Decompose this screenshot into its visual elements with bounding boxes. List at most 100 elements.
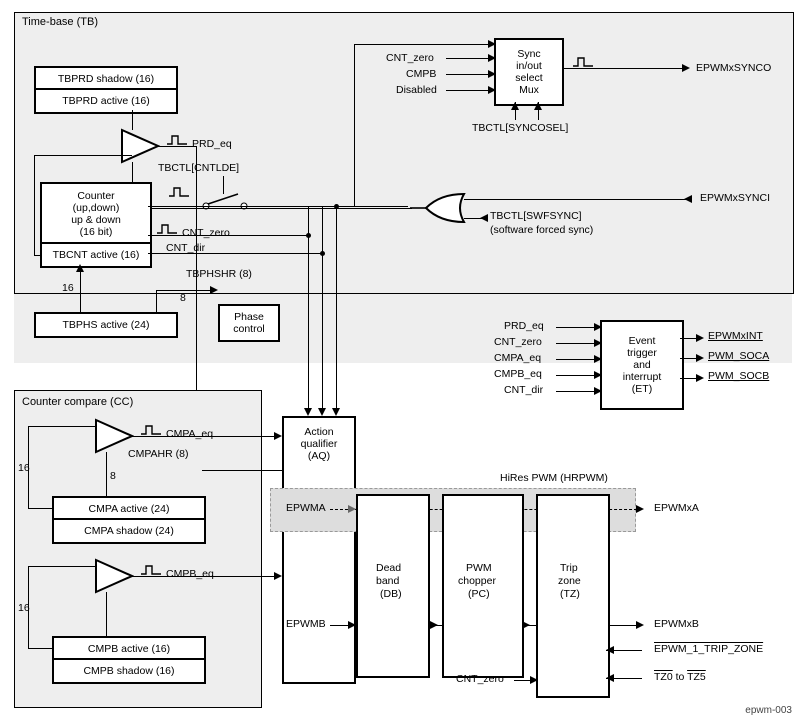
wire <box>354 44 355 206</box>
epwmb-label: EPWMB <box>286 618 326 630</box>
cmpb-eq-label: CMPB_eq <box>166 568 214 580</box>
counter-l2: (up,down) <box>73 202 120 214</box>
sync-mux-l1: Sync <box>517 48 540 60</box>
cc-title: Counter compare (CC) <box>22 396 133 408</box>
et-l4: interrupt <box>623 371 662 383</box>
epwma-label: EPWMA <box>286 502 326 514</box>
wire <box>446 90 494 91</box>
mux-in-cmpb: CMPB <box>406 68 436 80</box>
arrow-up-icon <box>76 264 84 272</box>
wire <box>80 266 81 312</box>
arrow-right-icon <box>488 54 496 62</box>
wire <box>106 592 107 636</box>
arrow-right-icon <box>530 676 538 684</box>
cntzero-tz-label: CNT_zero <box>456 673 504 685</box>
arrow-right-icon <box>594 371 602 379</box>
pulse-icon <box>140 564 162 576</box>
arrow-right-icon <box>696 354 704 362</box>
pulse-icon <box>156 223 178 235</box>
node <box>306 233 311 238</box>
arrow-right-icon <box>488 70 496 78</box>
wire <box>562 68 688 69</box>
arrow-right-icon <box>274 432 282 440</box>
epwm1-tripzone-label: EPWM_1_TRIP_ZONE <box>654 643 763 655</box>
tz-l1: Trip <box>560 562 578 574</box>
sync-mux-l3: select <box>515 72 542 84</box>
w16-label: 16 <box>62 282 74 294</box>
arrow-right-icon <box>682 64 690 72</box>
cnt-dir-label: CNT_dir <box>166 242 205 254</box>
epwmxa-label: EPWMxA <box>654 502 699 514</box>
wire <box>446 74 494 75</box>
et-l3: and <box>633 359 651 371</box>
mux-in-cntzero: CNT_zero <box>386 52 434 64</box>
arrow-right-icon <box>594 323 602 331</box>
et-in-prdeq: PRD_eq <box>504 320 544 332</box>
counter-l1: Counter <box>77 190 114 202</box>
pulse-icon <box>140 424 162 436</box>
wire <box>336 206 337 410</box>
arrow-right-icon <box>594 387 602 395</box>
hrpwm-title: HiRes PWM (HRPWM) <box>500 472 608 484</box>
switch-icon <box>202 192 248 212</box>
wire <box>132 162 133 184</box>
arrow-left-icon <box>684 195 692 203</box>
phase-ctrl-l1: Phase <box>234 311 264 323</box>
epwmx-synci-label: EPWMxSYNCI <box>700 192 770 204</box>
et-out-socb: PWM_SOCB <box>708 370 769 382</box>
cnt-zero-label: CNT_zero <box>182 227 230 239</box>
arrow-down-icon <box>304 408 312 416</box>
phase-ctrl-l2: control <box>233 323 265 335</box>
tz0-tz5-label: TZ0 to TZ5 <box>654 671 706 683</box>
epwmxb-label: EPWMxB <box>654 618 699 630</box>
w8-label-2: 8 <box>110 470 116 482</box>
sync-mux-l4: Mux <box>519 84 539 96</box>
et-out-int: EPWMxINT <box>708 330 763 342</box>
wire <box>132 110 133 130</box>
db-l2: band <box>376 575 399 587</box>
prd-eq-label: PRD_eq <box>192 138 232 150</box>
db-l1: Dead <box>376 562 401 574</box>
comparator-prd-icon <box>120 128 160 164</box>
tbprd-active-reg: TBPRD active (16) <box>34 88 178 114</box>
wire <box>248 206 338 207</box>
tz-l2: zone <box>558 575 581 587</box>
wire <box>322 206 323 410</box>
pulse-icon <box>572 56 594 68</box>
arrow-down-icon <box>332 408 340 416</box>
or-gate-icon <box>410 188 466 228</box>
arrow-right-icon <box>636 505 644 513</box>
arrow-left-icon <box>606 646 614 654</box>
comparator-cmpb-icon <box>94 558 134 594</box>
tz-l3: (TZ) <box>560 588 580 600</box>
cmpahr-label: CMPAHR (8) <box>128 448 188 460</box>
syncosel-label: TBCTL[SYNCOSEL] <box>472 122 568 134</box>
w16-label-2: 16 <box>18 462 30 474</box>
db-l3: (DB) <box>380 588 402 600</box>
wire <box>150 208 412 209</box>
wire <box>158 146 196 147</box>
pulse-icon <box>166 134 188 146</box>
arrow-right-icon <box>594 355 602 363</box>
counter-l3: up & down <box>71 214 121 226</box>
wire <box>446 58 494 59</box>
tbphshr-label: TBPHSHR (8) <box>186 268 252 280</box>
arrow-up-icon <box>511 102 519 110</box>
phase-control-block: Phase control <box>218 304 280 342</box>
pc-l1: PWM <box>466 562 492 574</box>
w16-label-3: 16 <box>18 602 30 614</box>
arrow-left-icon <box>606 674 614 682</box>
arrow-right-dash-icon <box>348 505 356 513</box>
w8-label: 8 <box>180 292 186 304</box>
et-out-soca: PWM_SOCA <box>708 350 769 362</box>
wire <box>223 176 224 194</box>
counter-l4: (16 bit) <box>80 226 113 238</box>
arrow-right-icon <box>488 86 496 94</box>
node <box>320 251 325 256</box>
et-l2: trigger <box>627 347 657 359</box>
et-block: Event trigger and interrupt (ET) <box>600 320 684 410</box>
cmpa-eq-label: CMPA_eq <box>166 428 213 440</box>
epwm-block-diagram: Time-base (TB) TBPRD shadow (16) TBPRD a… <box>10 10 796 718</box>
wire <box>156 290 216 291</box>
swfsync-l2: (software forced sync) <box>490 224 593 236</box>
